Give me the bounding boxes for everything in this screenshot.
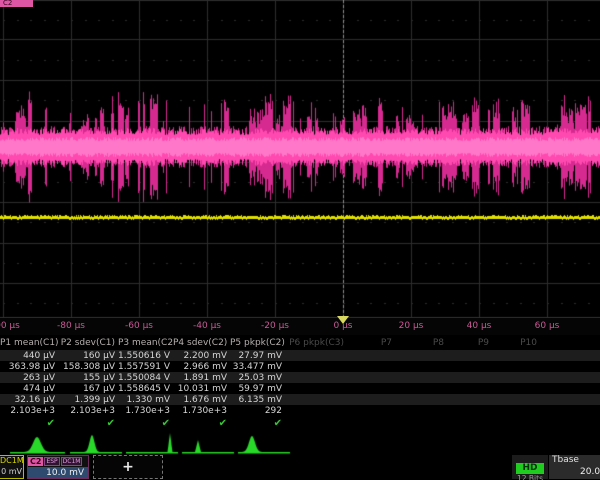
measurement-cell: 263 µV <box>0 373 58 383</box>
measurement-header[interactable]: P10 <box>492 338 540 348</box>
measurement-cell: ✔ <box>0 418 58 429</box>
waveform-grid[interactable] <box>0 0 600 318</box>
measurement-cell: 167 µV <box>58 384 118 394</box>
measurement-cell: 1.550616 V <box>118 351 173 361</box>
time-axis-label: -60 µs <box>125 321 153 331</box>
time-axis-label: 40 µs <box>467 321 492 331</box>
measurement-cell: 1.730e+3 <box>118 406 173 416</box>
measurement-histicons[interactable] <box>0 429 600 455</box>
measurement-header[interactable]: P6 pkpk(C3) <box>285 338 347 348</box>
measurement-cell: 25.03 mV <box>230 373 285 383</box>
time-axis-label: -40 µs <box>193 321 221 331</box>
measurement-header[interactable]: P4 sdev(C2) <box>173 338 230 348</box>
measurement-cell: 292 <box>230 406 285 416</box>
measurement-cell: 59.97 mV <box>230 384 285 394</box>
measurement-row: 32.16 µV1.399 µV1.330 mV1.676 mV6.135 mV <box>0 394 600 405</box>
c2-coupling-chip: DC1M <box>61 457 83 466</box>
hd-bits-label: 12 Bits <box>512 474 548 480</box>
measurement-header[interactable]: P9 <box>447 338 492 348</box>
measurement-cell: 440 µV <box>0 351 58 361</box>
measurement-cell: ✔ <box>118 418 173 429</box>
c1-scale: 0 mV <box>0 466 23 478</box>
measurement-header-row: P1 mean(C1)P2 sdev(C1)P3 mean(C2)P4 sdev… <box>0 336 600 350</box>
measurement-status-row: ✔✔✔✔✔ <box>0 416 600 430</box>
measurement-header[interactable]: P3 mean(C2) <box>118 338 173 348</box>
timebase-scale: 20.0 µs/div <box>549 466 600 478</box>
time-axis-label: 20 µs <box>399 321 424 331</box>
measurement-cell: 1.891 mV <box>173 373 230 383</box>
c2-channel-badge: C2 <box>28 457 43 466</box>
hd-mode-panel[interactable]: HD 12 Bits <box>512 455 548 479</box>
hd-badge: HD <box>516 463 543 474</box>
measurement-row: 263 µV155 µV1.550084 V1.891 mV25.03 mV <box>0 372 600 383</box>
add-trace-button[interactable]: + <box>93 455 163 479</box>
measurement-cell: 1.550084 V <box>118 373 173 383</box>
measurement-cell: 1.676 mV <box>173 395 230 405</box>
time-axis-label: 60 µs <box>535 321 560 331</box>
oscilloscope-screen: C2 -100 µs -80 µs -60 µs -40 µs -20 µs 0 µs 20… <box>0 0 600 480</box>
measurement-row: 440 µV160 µV1.550616 V2.200 mV27.97 mV <box>0 350 600 361</box>
measurement-cell: 27.97 mV <box>230 351 285 361</box>
measurement-cell: 363.98 µV <box>0 362 58 372</box>
measurement-cell: 1.330 mV <box>118 395 173 405</box>
clipped-trace-tab[interactable]: C2 <box>0 0 33 7</box>
measurement-cell: 2.103e+3 <box>0 406 58 416</box>
measurement-table: P1 mean(C1)P2 sdev(C1)P3 mean(C2)P4 sdev… <box>0 336 600 430</box>
measurement-cell: 2.966 mV <box>173 362 230 372</box>
channel-c2-descriptor[interactable]: C2 ESP DC1M 10.0 mV <box>27 455 89 479</box>
time-axis: -100 µs -80 µs -60 µs -40 µs -20 µs 0 µs 20 µs… <box>0 318 600 335</box>
measurement-cell: 10.031 mV <box>173 384 230 394</box>
channel-c1-descriptor[interactable]: DC1M 0 mV <box>0 455 24 479</box>
time-axis-label: 0 µs <box>333 321 352 331</box>
measurement-cell: 2.200 mV <box>173 351 230 361</box>
time-axis-label: -20 µs <box>261 321 289 331</box>
measurement-cell: 1.558645 V <box>118 384 173 394</box>
measurement-cell: 1.730e+3 <box>173 406 230 416</box>
measurement-cell: 33.477 mV <box>230 362 285 372</box>
bottom-bar: DC1M 0 mV C2 ESP DC1M 10.0 mV + HD 12 Bi… <box>0 455 600 480</box>
time-axis-label: -80 µs <box>57 321 85 331</box>
measurement-header[interactable]: P1 mean(C1) <box>0 338 58 348</box>
measurement-header[interactable]: P8 <box>395 338 447 348</box>
measurement-cell: 1.557591 V <box>118 362 173 372</box>
measurement-cell: 474 µV <box>0 384 58 394</box>
measurement-row: 2.103e+32.103e+31.730e+31.730e+3292 <box>0 405 600 416</box>
measurement-header[interactable]: P2 sdev(C1) <box>58 338 118 348</box>
measurement-cell: 32.16 µV <box>0 395 58 405</box>
measurement-cell: 158.308 µV <box>58 362 118 372</box>
measurement-cell: 160 µV <box>58 351 118 361</box>
measurement-cell: ✔ <box>230 418 285 429</box>
measurement-cell: 2.103e+3 <box>58 406 118 416</box>
c1-coupling: DC1M <box>0 456 23 466</box>
measurement-cell: ✔ <box>58 418 118 429</box>
measurement-cell: 1.399 µV <box>58 395 118 405</box>
measurement-cell: ✔ <box>173 418 230 429</box>
measurement-cell: 6.135 mV <box>230 395 285 405</box>
measurement-header[interactable]: P5 pkpk(C2) <box>230 338 285 348</box>
time-axis-label: -100 µs <box>0 321 20 331</box>
measurement-row: 474 µV167 µV1.558645 V10.031 mV59.97 mV <box>0 383 600 394</box>
c2-scale: 10.0 mV <box>28 467 88 479</box>
timebase-descriptor[interactable]: Tbase 20.0 µs/div <box>549 455 600 479</box>
measurement-header[interactable]: P7 <box>347 338 395 348</box>
measurement-cell: 155 µV <box>58 373 118 383</box>
c2-esp-chip: ESP <box>44 457 59 466</box>
measurement-row: 363.98 µV158.308 µV1.557591 V2.966 mV33.… <box>0 361 600 372</box>
timebase-label: Tbase <box>549 455 600 466</box>
